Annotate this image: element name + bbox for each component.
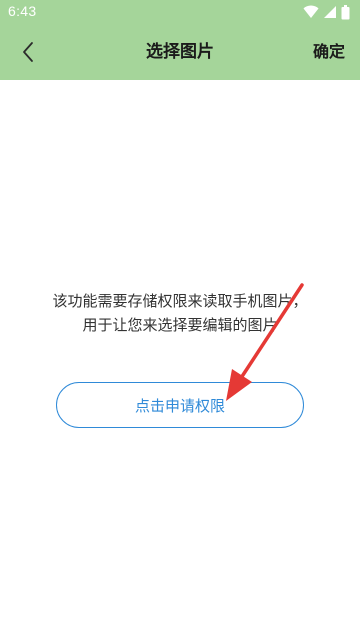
wifi-icon — [303, 5, 319, 18]
app-bar: 选择图片 确定 — [0, 24, 360, 80]
battery-icon — [341, 4, 350, 19]
status-time: 6:43 — [8, 3, 37, 19]
status-icons — [303, 4, 350, 20]
confirm-button[interactable]: 确定 — [313, 40, 345, 64]
permission-message-line-2: 用于让您来选择要编辑的图片 — [82, 316, 278, 334]
permission-message-line-1: 该功能需要存储权限来读取手机图片， — [52, 292, 308, 310]
status-bar: 6:43 — [0, 0, 360, 24]
cellular-signal-icon — [324, 6, 336, 18]
permission-message: 该功能需要存储权限来读取手机图片， 用于让您来选择要编辑的图片 — [20, 289, 340, 337]
request-permission-button[interactable]: 点击申请权限 — [56, 382, 304, 428]
page-title: 选择图片 — [146, 42, 214, 62]
